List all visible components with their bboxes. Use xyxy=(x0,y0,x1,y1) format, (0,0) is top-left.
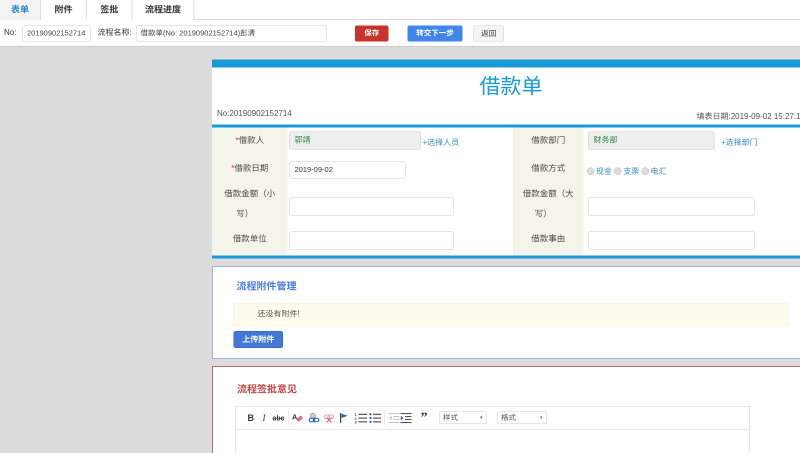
svg-text:3: 3 xyxy=(355,420,358,424)
